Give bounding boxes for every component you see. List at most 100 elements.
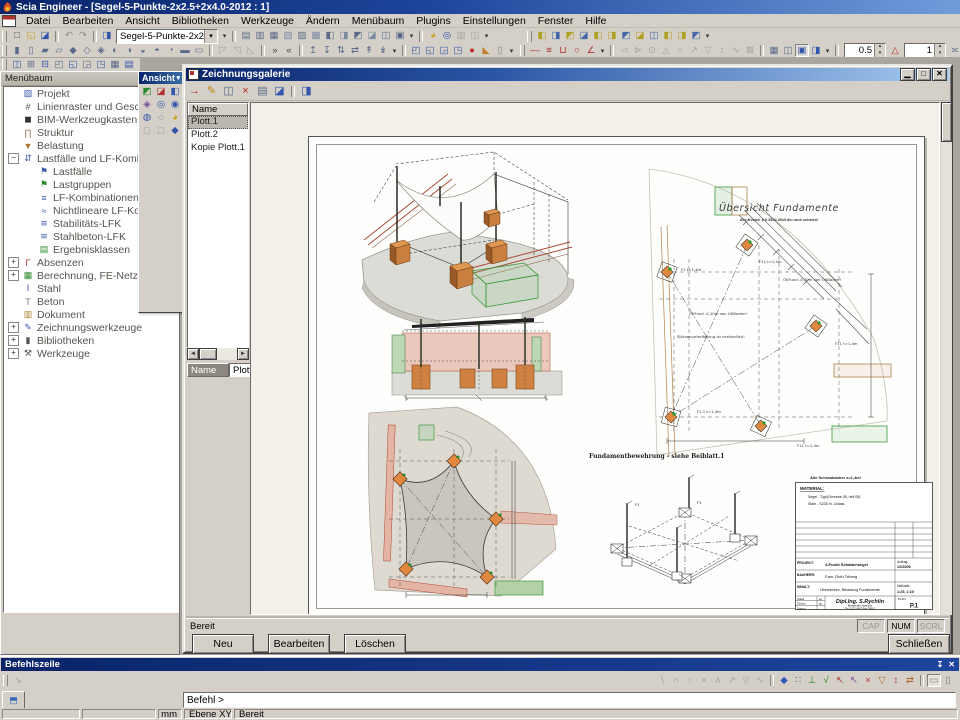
zoom-window-icon[interactable]: ◍: [140, 111, 154, 124]
view-window-icon[interactable]: ◲: [80, 58, 94, 71]
plot-list-header[interactable]: Name: [188, 103, 248, 116]
model-tool-icon[interactable]: ▩: [309, 30, 323, 43]
model-tool-icon[interactable]: ▦: [267, 30, 281, 43]
project-combo[interactable]: Segel-5-Punkte-2x2.5▾: [116, 29, 218, 44]
move-tool-icon[interactable]: ↡: [376, 44, 390, 57]
open-icon[interactable]: ◱: [24, 30, 38, 43]
spinner-value[interactable]: 1: [905, 45, 934, 56]
picture-icon[interactable]: ▣: [795, 44, 809, 57]
view-window-icon[interactable]: ⊟: [38, 58, 52, 71]
load-tool-icon[interactable]: ▮: [10, 44, 24, 57]
cursor-snap-icon[interactable]: ◆: [777, 674, 791, 687]
tree-expander-icon[interactable]: −: [8, 153, 19, 164]
model-tool-icon[interactable]: ◪: [365, 30, 379, 43]
intersection-snap-icon[interactable]: ⇄: [903, 674, 917, 687]
window-titlebar[interactable]: Scia Engineer - [Segel-5-Punkte-2x2.5+2x…: [0, 0, 960, 14]
menu-men-baum[interactable]: Menübaum: [346, 15, 411, 27]
load-tool-icon[interactable]: ◑: [122, 44, 136, 57]
toolbar-more-arrow[interactable]: ▾: [220, 32, 229, 40]
spinner-value[interactable]: 0.5: [845, 45, 874, 56]
clipboard-icon[interactable]: ◲: [437, 44, 451, 57]
toolbar-more-arrow[interactable]: ▾: [390, 47, 399, 55]
view-window-icon[interactable]: ▦: [108, 58, 122, 71]
view-top-icon[interactable]: ◩: [140, 85, 154, 98]
close-commandline-icon[interactable]: ✕: [948, 660, 955, 669]
frame-tool-icon[interactable]: ▯: [493, 44, 507, 57]
view-preset-icon[interactable]: ◧: [591, 30, 605, 43]
combo-dropdown-icon[interactable]: ▾: [204, 30, 217, 43]
model-tool-icon[interactable]: ▤: [239, 30, 253, 43]
accept-icon[interactable]: √: [819, 674, 833, 687]
redo-icon[interactable]: ↷: [76, 30, 90, 43]
delete-plot-icon[interactable]: ×: [237, 84, 254, 99]
toolbar-more-arrow[interactable]: ▾: [507, 47, 516, 55]
tree-expander-icon[interactable]: +: [8, 270, 19, 281]
scale-spinner[interactable]: 1▴▾: [904, 43, 946, 58]
menu-werkzeuge[interactable]: Werkzeuge: [235, 15, 300, 27]
scroll-left-icon[interactable]: ◄: [187, 348, 199, 360]
view-window-icon[interactable]: ◳: [94, 58, 108, 71]
plane-cell[interactable]: Ebene XY: [184, 709, 232, 719]
view-preset-icon[interactable]: ◨: [675, 30, 689, 43]
angle-icon[interactable]: ∠: [584, 44, 598, 57]
view-preset-icon[interactable]: ◧: [661, 30, 675, 43]
copy-plot-icon[interactable]: ◫: [220, 84, 237, 99]
view-window-icon[interactable]: ◫: [10, 58, 24, 71]
canvas-vscrollbar[interactable]: [941, 102, 952, 615]
menu-ndern[interactable]: Ändern: [300, 15, 346, 27]
load-tool-icon[interactable]: ▭: [192, 44, 206, 57]
model-tool-icon[interactable]: ◨: [337, 30, 351, 43]
view-preset-icon[interactable]: ◫: [647, 30, 661, 43]
dock-icon[interactable]: ▭: [927, 674, 941, 687]
view-window-icon[interactable]: ⊞: [24, 58, 38, 71]
line-width-spinner[interactable]: 0.5▴▾: [844, 43, 886, 58]
toolbar-more-arrow[interactable]: ▾: [823, 47, 832, 55]
load-tool-icon[interactable]: ▬: [178, 44, 192, 57]
view-preset-icon[interactable]: ◩: [619, 30, 633, 43]
toolbar-more-arrow[interactable]: ▾: [482, 32, 491, 40]
menu-datei[interactable]: Datei: [20, 15, 57, 27]
scroll-thumb[interactable]: [199, 348, 217, 360]
plot-list-hscrollbar[interactable]: ◄ ►: [187, 348, 249, 360]
model-tool-icon[interactable]: ▧: [281, 30, 295, 43]
tree-expander-icon[interactable]: +: [8, 348, 19, 359]
axonometry-icon[interactable]: ◈: [140, 98, 154, 111]
toolbar-more-arrow[interactable]: ▾: [598, 47, 607, 55]
move-tool-icon[interactable]: ↥: [306, 44, 320, 57]
ansicht-titlebar[interactable]: Ansicht ▾: [139, 72, 183, 84]
tree-item-bibliotheken[interactable]: +▮Bibliotheken: [4, 334, 178, 347]
grid-snap-icon[interactable]: ∷: [791, 674, 805, 687]
view-preset-icon[interactable]: ◧: [535, 30, 549, 43]
model-tool-icon[interactable]: ▨: [295, 30, 309, 43]
scroll-right-icon[interactable]: ►: [237, 348, 249, 360]
view-front-icon[interactable]: ◪: [154, 85, 168, 98]
model-tool-icon[interactable]: ◫: [379, 30, 393, 43]
perspective-cube-icon[interactable]: ◆: [168, 124, 182, 137]
zoom-out-icon[interactable]: ◉: [168, 98, 182, 111]
tree-expander-icon[interactable]: +: [8, 257, 19, 268]
menu-bibliotheken[interactable]: Bibliotheken: [166, 15, 235, 27]
view-window-icon[interactable]: ◰: [52, 58, 66, 71]
load-tool-icon[interactable]: ◆: [66, 44, 80, 57]
view-side-icon[interactable]: ◧: [168, 85, 182, 98]
load-tool-icon[interactable]: ◈: [94, 44, 108, 57]
step-forward-icon[interactable]: »: [268, 44, 282, 57]
node-snap-icon[interactable]: ↖: [847, 674, 861, 687]
view-window-icon[interactable]: ▤: [122, 58, 136, 71]
spinner-arrows[interactable]: ▴▾: [934, 44, 945, 57]
view-preset-icon[interactable]: ◩: [689, 30, 703, 43]
page-view-icon[interactable]: ◫: [781, 44, 795, 57]
commandline-titlebar[interactable]: Befehlszeile ↧ ✕: [1, 658, 959, 671]
menu-einstellungen[interactable]: Einstellungen: [457, 15, 532, 27]
load-tool-icon[interactable]: ◇: [80, 44, 94, 57]
hatch-icon[interactable]: ≡: [542, 44, 556, 57]
move-tool-icon[interactable]: ↟: [362, 44, 376, 57]
move-tool-icon[interactable]: ⇄: [348, 44, 362, 57]
save-plot-icon[interactable]: ◪: [271, 84, 288, 99]
tree-expander-icon[interactable]: +: [8, 322, 19, 333]
print-plot-icon[interactable]: ▤: [254, 84, 271, 99]
snap-settings-icon[interactable]: ≍: [948, 44, 960, 57]
save-icon[interactable]: ◪: [38, 30, 52, 43]
gallery-item-kopie-plott-1[interactable]: Kopie Plott.1: [188, 142, 248, 155]
command-input[interactable]: Befehl >: [183, 692, 956, 708]
